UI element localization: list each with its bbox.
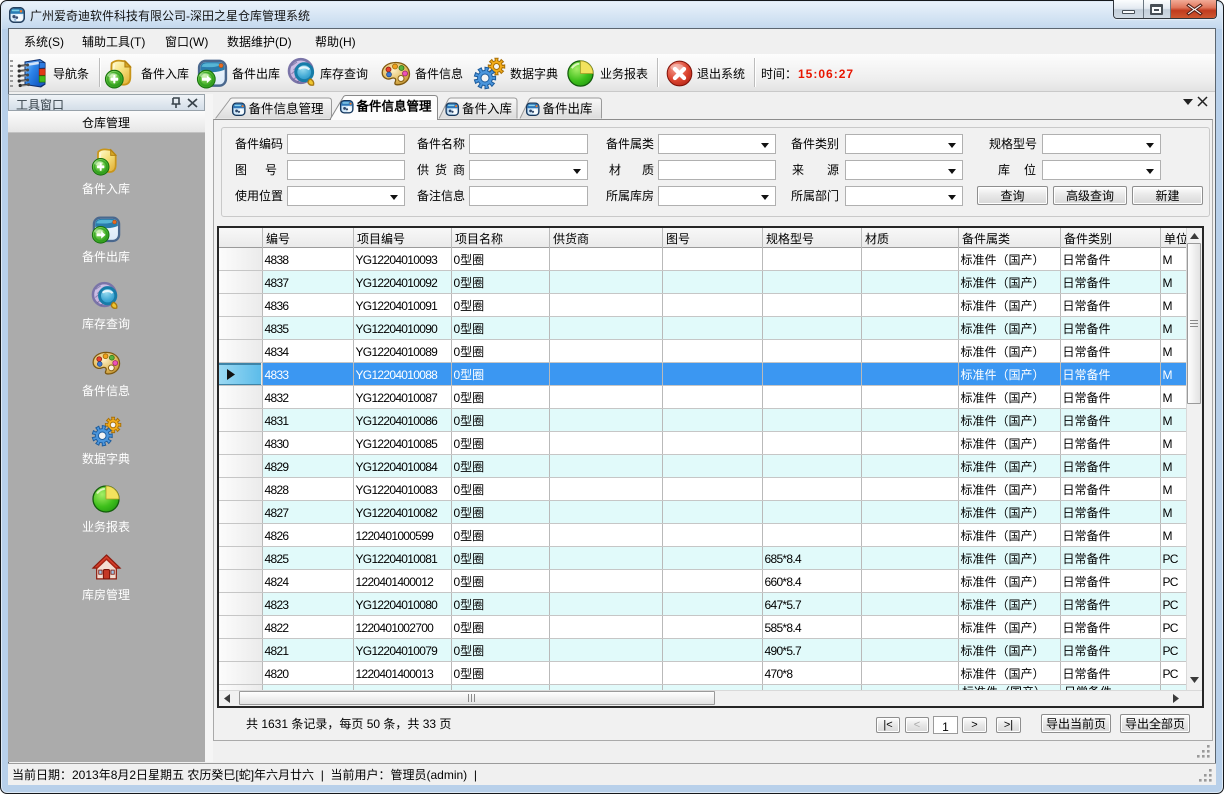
svg-text:备件信息管理: 备件信息管理 [249,101,325,116]
svg-text:备件信息管理: 备件信息管理 [356,99,433,114]
svg-text:备件入库: 备件入库 [462,101,512,116]
svg-text:备件出库: 备件出库 [543,101,593,116]
